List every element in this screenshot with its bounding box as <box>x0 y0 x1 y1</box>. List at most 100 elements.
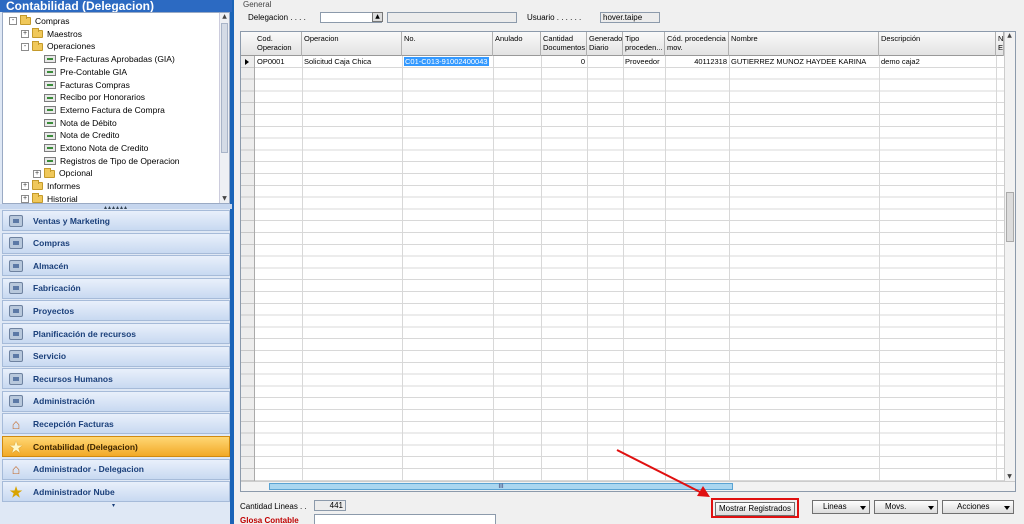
acciones-button[interactable]: Acciones <box>942 500 1014 514</box>
tree-item[interactable]: Facturas Compras <box>33 79 130 92</box>
grid-cell-cantidad-documentos[interactable]: 0 <box>541 56 587 67</box>
column-header[interactable]: N E <box>996 32 1004 56</box>
grid-cell-anulado[interactable] <box>493 56 541 67</box>
glosa-contable-input[interactable] <box>314 514 496 524</box>
grid-cell-descripcion[interactable]: demo caja2 <box>879 56 996 67</box>
projects-icon <box>9 304 23 317</box>
movs-label: Movs. <box>885 502 907 511</box>
tree-item[interactable]: + Maestros <box>21 28 82 41</box>
nav-item[interactable]: Almacén <box>2 255 230 277</box>
grid-cell-operacion[interactable]: Solicitud Caja Chica <box>302 56 402 67</box>
collapse-icon[interactable]: - <box>21 42 29 51</box>
expand-icon[interactable]: + <box>21 195 29 203</box>
tree-item[interactable]: Extono Nota de Credito <box>33 142 148 155</box>
nav-item[interactable]: Ventas y Marketing <box>2 210 230 231</box>
column-header[interactable]: Tipo proceden... <box>623 32 665 56</box>
nav-more-icon[interactable]: ▾ <box>112 502 115 509</box>
column-header[interactable]: Nombre <box>729 32 879 56</box>
nav-item-label: Recepción Facturas <box>33 418 114 429</box>
nav-item[interactable]: Compras <box>2 232 230 254</box>
folder-icon <box>44 167 55 178</box>
column-header[interactable]: Cód. procedencia mov. <box>665 32 729 56</box>
movs-button[interactable]: Movs. <box>874 500 938 514</box>
grid-vertical-scrollbar[interactable]: ▲ ▼ <box>1004 32 1015 483</box>
folder-icon <box>20 15 31 26</box>
nav-item-label: Administración <box>33 396 95 407</box>
tree-item[interactable]: Pre-Contable GIA <box>33 66 127 79</box>
grid-horizontal-scrollbar[interactable]: III <box>241 481 1015 491</box>
house-icon: ⌂ <box>11 461 21 478</box>
nav-item-label: Planificación de recursos <box>33 328 136 339</box>
tree-item[interactable]: + Opcional <box>33 167 93 180</box>
scroll-down-icon[interactable]: ▼ <box>1006 473 1013 481</box>
document-icon <box>44 55 56 64</box>
grid-cell-tipo-procedencia[interactable]: Proveedor <box>623 56 665 67</box>
delegacion-label: Delegacion . . . . <box>248 13 306 22</box>
grid-cell-cod-operacion[interactable]: OP0001 <box>255 56 302 67</box>
tree-scroll-thumb[interactable] <box>221 23 228 153</box>
tree-item[interactable]: Nota de Credito <box>33 129 120 142</box>
nav-item[interactable]: Recursos Humanos <box>2 368 230 390</box>
nav-item[interactable]: Proyectos <box>2 300 230 322</box>
expand-icon[interactable]: + <box>21 182 29 191</box>
column-header[interactable]: Descripción <box>879 32 996 56</box>
nav-item[interactable]: ⌂ Administrador - Delegacion <box>2 458 230 480</box>
nav-item[interactable]: ★ Contabilidad (Delegacion) <box>2 436 230 457</box>
tree-item[interactable]: + Historial <box>21 193 78 203</box>
group-label: General <box>243 0 272 9</box>
scroll-up-icon[interactable]: ▲ <box>221 13 228 21</box>
column-header[interactable]: Generado Diario <box>587 32 623 56</box>
column-header[interactable]: Anulado <box>493 32 541 56</box>
collapse-icon[interactable]: - <box>9 17 17 26</box>
menu-tree: - Compras + Maestros - Operaciones Pre-Factura… <box>2 12 230 204</box>
tree-item[interactable]: Nota de Débito <box>33 117 117 130</box>
grid-cell-no[interactable]: C01-C013-91002400043 <box>402 56 493 67</box>
tree-item[interactable]: - Compras <box>9 15 69 28</box>
column-header[interactable]: Operacion <box>302 32 402 56</box>
tree-item[interactable]: - Operaciones <box>21 40 95 53</box>
warehouse-icon <box>9 259 23 272</box>
nav-item[interactable]: Servicio <box>2 345 230 367</box>
tree-item[interactable]: Externo Factura de Compra <box>33 104 165 117</box>
administration-icon <box>9 395 23 408</box>
nav-item[interactable]: Planificación de recursos <box>2 323 230 344</box>
nav-item-label: Contabilidad (Delegacion) <box>33 441 138 452</box>
lineas-button[interactable]: Lineas <box>812 500 870 514</box>
expand-icon[interactable]: + <box>33 169 41 178</box>
grid-cell-nombre[interactable]: GUTIERREZ MUNOZ HAYDEE KARINA <box>729 56 879 67</box>
folder-icon <box>32 28 43 39</box>
grid-cell-generado-diario[interactable] <box>587 56 623 67</box>
nav-item-label: Proyectos <box>33 305 75 316</box>
mostrar-registrados-button[interactable]: Mostrar Registrados <box>715 502 795 516</box>
nav-item[interactable]: Fabricación <box>2 277 230 299</box>
tree-item[interactable]: + Informes <box>21 180 80 193</box>
grid-cell-cod-procedencia[interactable]: 40112318 <box>665 56 729 67</box>
scroll-down-icon[interactable]: ▼ <box>221 195 228 203</box>
column-header[interactable]: Cantidad Documentos <box>541 32 587 56</box>
nav-item[interactable]: Administración <box>2 390 230 412</box>
grid-cell-ne[interactable] <box>996 56 1004 67</box>
scroll-up-icon[interactable]: ▲ <box>1006 32 1013 40</box>
nav-item[interactable]: ⌂ Recepción Facturas <box>2 413 230 435</box>
document-icon <box>44 144 56 153</box>
lookup-arrow-icon[interactable]: ▲ <box>372 12 383 22</box>
expand-icon[interactable]: + <box>21 30 29 39</box>
lineas-label: Lineas <box>823 502 847 511</box>
operations-grid: Cod. Operacion Operacion No. Anulado Cantida… <box>240 31 1016 492</box>
folder-icon <box>32 40 43 51</box>
grid-vscroll-thumb[interactable] <box>1006 192 1014 242</box>
nav-item-label: Ventas y Marketing <box>33 215 111 226</box>
row-selector-column[interactable] <box>241 56 255 484</box>
tree-item[interactable]: Registros de Tipo de Operacion <box>33 155 180 168</box>
column-header[interactable]: No. <box>402 32 493 56</box>
tree-item[interactable]: Pre-Facturas Aprobadas (GIA) <box>33 53 175 66</box>
grid-hscroll-thumb[interactable]: III <box>269 483 733 490</box>
tree-scrollbar[interactable]: ▲ ▼ <box>219 13 229 203</box>
tree-item[interactable]: Recibo por Honorarios <box>33 91 145 104</box>
nav-item[interactable]: ★ Administrador Nube <box>2 481 230 503</box>
current-row-icon <box>245 59 249 65</box>
column-header[interactable]: Cod. Operacion <box>255 32 302 56</box>
manufacturing-icon <box>9 282 23 295</box>
house-icon: ⌂ <box>11 415 21 432</box>
pane-splitter[interactable]: ▴▴▴▴▴▴ <box>0 204 232 211</box>
